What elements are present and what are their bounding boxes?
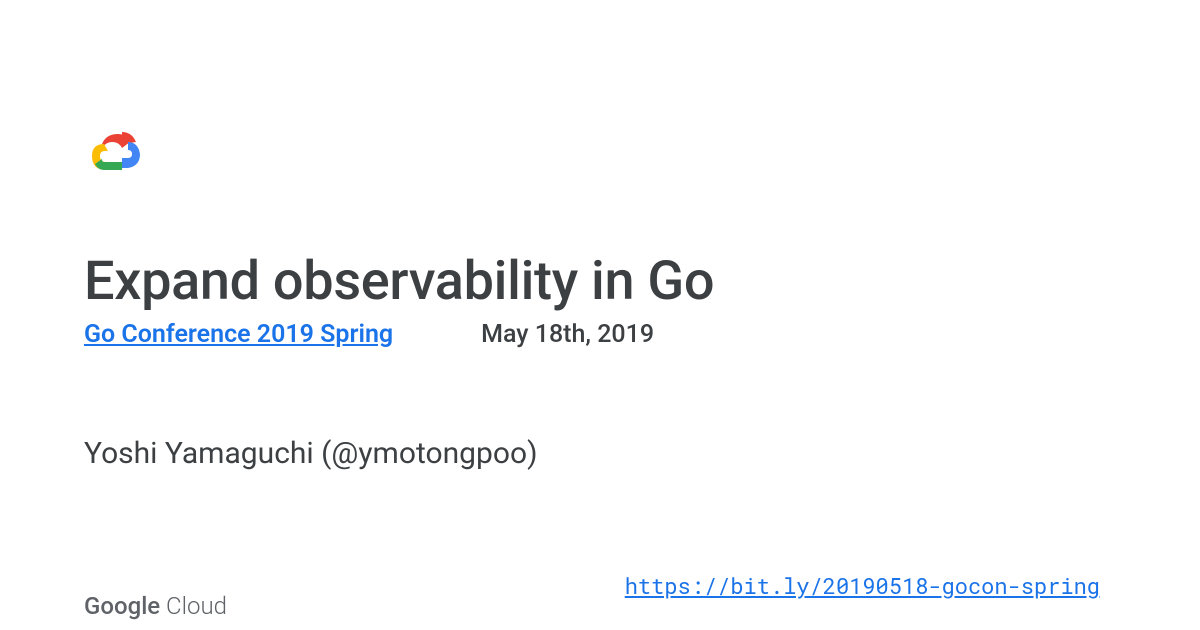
footer-google: Google [84,592,160,620]
subtitle-row: Go Conference 2019 Spring May 18th, 2019 [84,320,654,349]
short-link[interactable]: https://bit.ly/20190518-gocon-spring [625,571,1100,600]
footer-cloud: Cloud [160,592,227,620]
speaker-name: Yoshi Yamaguchi (@ymotongpoo) [84,436,538,471]
conference-date: May 18th, 2019 [481,320,654,349]
conference-link[interactable]: Go Conference 2019 Spring [84,320,393,349]
google-cloud-text-logo: Google Cloud [84,592,227,620]
google-cloud-logo-icon [84,128,144,176]
slide-title: Expand observability in Go [84,250,714,313]
